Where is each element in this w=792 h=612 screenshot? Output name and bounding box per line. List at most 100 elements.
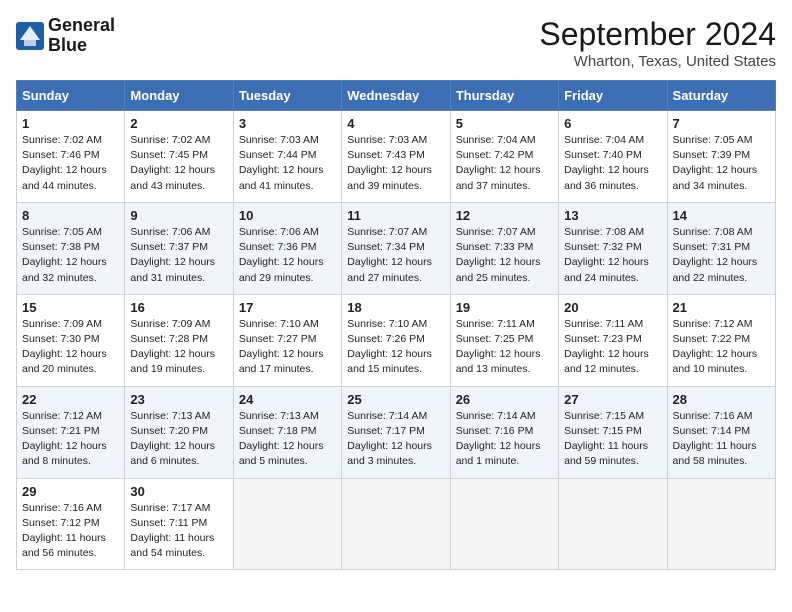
day-number: 22 [22,392,119,407]
calendar-week-2: 8 Sunrise: 7:05 AMSunset: 7:38 PMDayligh… [17,202,776,294]
calendar-week-1: 1 Sunrise: 7:02 AMSunset: 7:46 PMDayligh… [17,111,776,203]
day-number: 19 [456,300,553,315]
logo-icon [16,22,44,50]
calendar-week-3: 15 Sunrise: 7:09 AMSunset: 7:30 PMDaylig… [17,294,776,386]
calendar-cell: 3 Sunrise: 7:03 AMSunset: 7:44 PMDayligh… [233,111,341,203]
page-header: General Blue September 2024 Wharton, Tex… [16,16,776,70]
day-number: 10 [239,208,336,223]
day-number: 5 [456,116,553,131]
day-number: 9 [130,208,227,223]
logo: General Blue [16,16,115,56]
calendar-cell: 1 Sunrise: 7:02 AMSunset: 7:46 PMDayligh… [17,111,125,203]
calendar-cell: 20 Sunrise: 7:11 AMSunset: 7:23 PMDaylig… [559,294,667,386]
calendar-cell: 18 Sunrise: 7:10 AMSunset: 7:26 PMDaylig… [342,294,450,386]
col-header-monday: Monday [125,81,233,111]
day-info: Sunrise: 7:05 AMSunset: 7:39 PMDaylight:… [673,133,770,194]
calendar-cell: 17 Sunrise: 7:10 AMSunset: 7:27 PMDaylig… [233,294,341,386]
day-number: 26 [456,392,553,407]
calendar-cell: 14 Sunrise: 7:08 AMSunset: 7:31 PMDaylig… [667,202,775,294]
calendar-cell: 21 Sunrise: 7:12 AMSunset: 7:22 PMDaylig… [667,294,775,386]
title-area: September 2024 Wharton, Texas, United St… [539,16,776,70]
col-header-saturday: Saturday [667,81,775,111]
calendar-cell: 9 Sunrise: 7:06 AMSunset: 7:37 PMDayligh… [125,202,233,294]
day-number: 16 [130,300,227,315]
day-number: 8 [22,208,119,223]
day-info: Sunrise: 7:05 AMSunset: 7:38 PMDaylight:… [22,225,119,286]
day-info: Sunrise: 7:07 AMSunset: 7:34 PMDaylight:… [347,225,444,286]
calendar-week-4: 22 Sunrise: 7:12 AMSunset: 7:21 PMDaylig… [17,386,776,478]
day-info: Sunrise: 7:15 AMSunset: 7:15 PMDaylight:… [564,409,661,470]
day-info: Sunrise: 7:13 AMSunset: 7:20 PMDaylight:… [130,409,227,470]
calendar-cell: 12 Sunrise: 7:07 AMSunset: 7:33 PMDaylig… [450,202,558,294]
calendar-header-row: SundayMondayTuesdayWednesdayThursdayFrid… [17,81,776,111]
month-title: September 2024 [539,16,776,53]
day-info: Sunrise: 7:12 AMSunset: 7:22 PMDaylight:… [673,317,770,378]
calendar-table: SundayMondayTuesdayWednesdayThursdayFrid… [16,80,776,570]
calendar-cell: 8 Sunrise: 7:05 AMSunset: 7:38 PMDayligh… [17,202,125,294]
calendar-week-5: 29 Sunrise: 7:16 AMSunset: 7:12 PMDaylig… [17,478,776,570]
day-info: Sunrise: 7:03 AMSunset: 7:44 PMDaylight:… [239,133,336,194]
day-number: 15 [22,300,119,315]
day-number: 6 [564,116,661,131]
calendar-cell: 30 Sunrise: 7:17 AMSunset: 7:11 PMDaylig… [125,478,233,570]
day-info: Sunrise: 7:11 AMSunset: 7:23 PMDaylight:… [564,317,661,378]
calendar-cell [450,478,558,570]
calendar-cell: 25 Sunrise: 7:14 AMSunset: 7:17 PMDaylig… [342,386,450,478]
col-header-sunday: Sunday [17,81,125,111]
day-info: Sunrise: 7:10 AMSunset: 7:26 PMDaylight:… [347,317,444,378]
calendar-cell: 24 Sunrise: 7:13 AMSunset: 7:18 PMDaylig… [233,386,341,478]
calendar-cell: 4 Sunrise: 7:03 AMSunset: 7:43 PMDayligh… [342,111,450,203]
day-info: Sunrise: 7:08 AMSunset: 7:32 PMDaylight:… [564,225,661,286]
day-info: Sunrise: 7:03 AMSunset: 7:43 PMDaylight:… [347,133,444,194]
day-info: Sunrise: 7:02 AMSunset: 7:45 PMDaylight:… [130,133,227,194]
day-number: 18 [347,300,444,315]
calendar-cell [667,478,775,570]
calendar-cell: 29 Sunrise: 7:16 AMSunset: 7:12 PMDaylig… [17,478,125,570]
calendar-cell: 27 Sunrise: 7:15 AMSunset: 7:15 PMDaylig… [559,386,667,478]
calendar-cell: 2 Sunrise: 7:02 AMSunset: 7:45 PMDayligh… [125,111,233,203]
calendar-cell: 19 Sunrise: 7:11 AMSunset: 7:25 PMDaylig… [450,294,558,386]
calendar-cell: 28 Sunrise: 7:16 AMSunset: 7:14 PMDaylig… [667,386,775,478]
day-number: 21 [673,300,770,315]
day-number: 27 [564,392,661,407]
calendar-cell: 15 Sunrise: 7:09 AMSunset: 7:30 PMDaylig… [17,294,125,386]
day-info: Sunrise: 7:10 AMSunset: 7:27 PMDaylight:… [239,317,336,378]
day-info: Sunrise: 7:09 AMSunset: 7:30 PMDaylight:… [22,317,119,378]
day-number: 13 [564,208,661,223]
calendar-cell: 5 Sunrise: 7:04 AMSunset: 7:42 PMDayligh… [450,111,558,203]
day-info: Sunrise: 7:04 AMSunset: 7:42 PMDaylight:… [456,133,553,194]
day-info: Sunrise: 7:06 AMSunset: 7:36 PMDaylight:… [239,225,336,286]
day-info: Sunrise: 7:13 AMSunset: 7:18 PMDaylight:… [239,409,336,470]
day-number: 28 [673,392,770,407]
day-info: Sunrise: 7:02 AMSunset: 7:46 PMDaylight:… [22,133,119,194]
day-info: Sunrise: 7:08 AMSunset: 7:31 PMDaylight:… [673,225,770,286]
calendar-cell: 22 Sunrise: 7:12 AMSunset: 7:21 PMDaylig… [17,386,125,478]
day-number: 11 [347,208,444,223]
calendar-cell: 11 Sunrise: 7:07 AMSunset: 7:34 PMDaylig… [342,202,450,294]
calendar-cell [233,478,341,570]
day-info: Sunrise: 7:07 AMSunset: 7:33 PMDaylight:… [456,225,553,286]
calendar-cell [342,478,450,570]
day-number: 3 [239,116,336,131]
calendar-cell: 13 Sunrise: 7:08 AMSunset: 7:32 PMDaylig… [559,202,667,294]
day-info: Sunrise: 7:06 AMSunset: 7:37 PMDaylight:… [130,225,227,286]
day-info: Sunrise: 7:04 AMSunset: 7:40 PMDaylight:… [564,133,661,194]
calendar-cell [559,478,667,570]
day-info: Sunrise: 7:11 AMSunset: 7:25 PMDaylight:… [456,317,553,378]
col-header-friday: Friday [559,81,667,111]
calendar-cell: 7 Sunrise: 7:05 AMSunset: 7:39 PMDayligh… [667,111,775,203]
calendar-cell: 6 Sunrise: 7:04 AMSunset: 7:40 PMDayligh… [559,111,667,203]
calendar-cell: 16 Sunrise: 7:09 AMSunset: 7:28 PMDaylig… [125,294,233,386]
calendar-cell: 10 Sunrise: 7:06 AMSunset: 7:36 PMDaylig… [233,202,341,294]
calendar-cell: 26 Sunrise: 7:14 AMSunset: 7:16 PMDaylig… [450,386,558,478]
col-header-tuesday: Tuesday [233,81,341,111]
day-number: 17 [239,300,336,315]
calendar-cell: 23 Sunrise: 7:13 AMSunset: 7:20 PMDaylig… [125,386,233,478]
location: Wharton, Texas, United States [539,53,776,70]
day-info: Sunrise: 7:12 AMSunset: 7:21 PMDaylight:… [22,409,119,470]
col-header-thursday: Thursday [450,81,558,111]
day-info: Sunrise: 7:14 AMSunset: 7:17 PMDaylight:… [347,409,444,470]
day-number: 24 [239,392,336,407]
day-number: 1 [22,116,119,131]
day-number: 25 [347,392,444,407]
